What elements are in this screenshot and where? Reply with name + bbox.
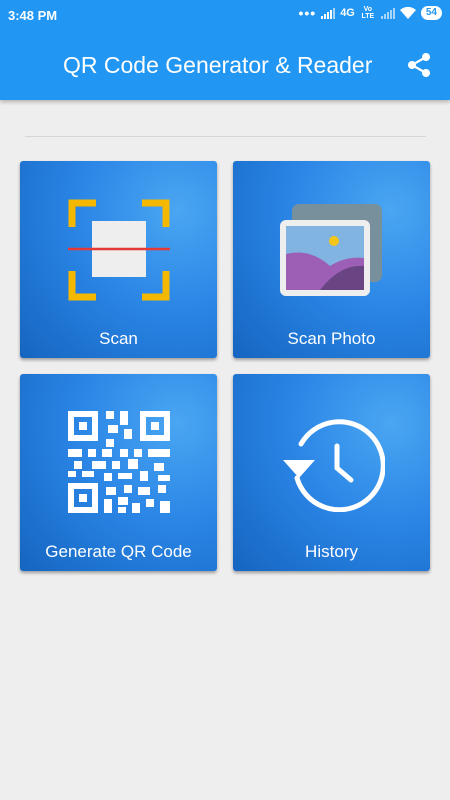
photo-icon [280, 204, 382, 296]
history-icon [283, 419, 385, 512]
scan-tile[interactable]: Scan [20, 161, 217, 358]
qr-code-icon [68, 411, 170, 513]
share-icon[interactable] [405, 51, 433, 79]
status-indicators: ••• 4G Vo LTE 54 [298, 6, 442, 20]
scan-photo-label: Scan Photo [287, 329, 376, 348]
generate-qr-tile[interactable]: Generate QR Code [20, 374, 217, 571]
signal-2-icon [380, 7, 395, 19]
generate-qr-label: Generate QR Code [45, 542, 192, 561]
history-tile[interactable]: History [233, 374, 430, 571]
status-bar: 3:48 PM ••• 4G Vo LTE 54 [0, 0, 450, 32]
divider [25, 136, 426, 137]
scan-label: Scan [99, 329, 138, 348]
status-time: 3:48 PM [8, 8, 58, 23]
notification-dots-icon: ••• [298, 5, 317, 21]
scan-photo-tile[interactable]: Scan Photo [233, 161, 430, 358]
battery-indicator: 54 [420, 6, 442, 20]
scan-icon [68, 199, 170, 301]
network-type: 4G [340, 7, 355, 19]
app-bar: 3:48 PM ••• 4G Vo LTE 54 QR Code Generat… [0, 0, 450, 100]
signal-icon [321, 7, 336, 19]
history-label: History [305, 542, 358, 561]
app-title: QR Code Generator & Reader [63, 52, 373, 78]
wifi-icon [399, 7, 416, 19]
volte-badge: Vo LTE [361, 6, 375, 20]
